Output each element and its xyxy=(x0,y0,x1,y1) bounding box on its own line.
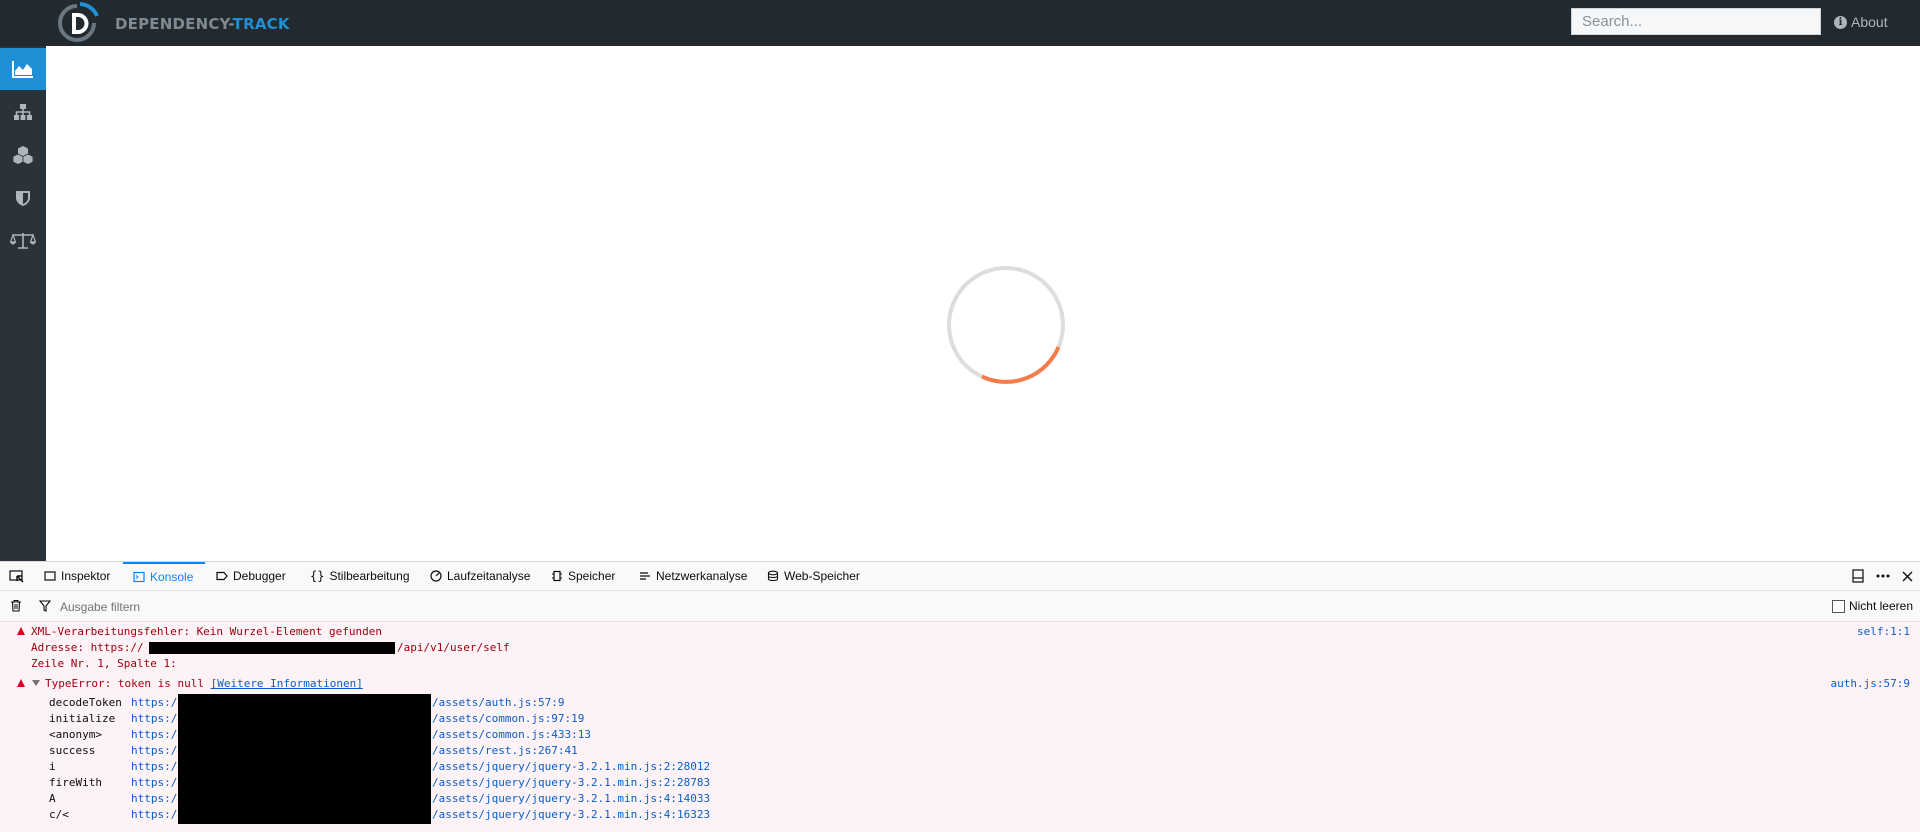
stack-frame-url-suffix[interactable]: /assets/jquery/jquery-3.2.1.min.js:4:163… xyxy=(432,808,710,822)
typeerror-title-line: TypeError: token is null [Weitere Inform… xyxy=(45,677,363,691)
tab-inspektor[interactable]: Inspektor xyxy=(44,562,110,590)
console-filter-input[interactable] xyxy=(58,597,462,617)
sidebar-item-dashboard[interactable] xyxy=(0,48,53,90)
search-input[interactable] xyxy=(1571,8,1821,35)
tab-web-speicher-label: Web-Speicher xyxy=(784,569,860,583)
components-cubes-icon xyxy=(12,146,34,165)
stack-frame-function: i xyxy=(49,760,56,773)
persist-logs-checkbox[interactable] xyxy=(1831,599,1845,613)
tab-laufzeitanalyse[interactable]: Laufzeitanalyse xyxy=(430,562,530,590)
tab-inspektor-label: Inspektor xyxy=(61,569,111,583)
stack-frame-url-prefix[interactable]: https:/ xyxy=(131,760,177,774)
loading-spinner-arc xyxy=(981,346,1061,384)
stack-frame-function: A xyxy=(49,792,56,805)
stack-frame-function: success xyxy=(49,744,96,757)
console-icon xyxy=(133,571,145,583)
tab-konsole-label: Konsole xyxy=(150,570,194,584)
stack-frame-url-suffix[interactable]: /assets/jquery/jquery-3.2.1.min.js:2:280… xyxy=(432,760,710,774)
stack-frame-url-prefix[interactable]: https:/ xyxy=(131,776,177,790)
main-content xyxy=(46,46,1920,561)
stack-frame-url-suffix[interactable]: /assets/rest.js:267:41 xyxy=(432,744,578,758)
tab-stilbearbeitung-label: Stilbearbeitung xyxy=(329,569,410,583)
more-info-link[interactable]: [Weitere Informationen] xyxy=(211,677,363,690)
sidebar-item-vulnerabilities[interactable] xyxy=(0,177,46,219)
trash-icon[interactable] xyxy=(10,599,22,612)
typeerror-title: TypeError: token is null xyxy=(45,677,204,690)
redacted-host xyxy=(149,642,395,654)
xml-error-source-link[interactable]: self:1:1 xyxy=(1857,625,1910,639)
tab-konsole[interactable]: Konsole xyxy=(123,562,205,590)
filter-funnel-icon[interactable] xyxy=(39,600,51,612)
brand-name[interactable]: DEPENDENCY-TRACK xyxy=(115,15,290,33)
tab-netzwerkanalyse[interactable]: Netzwerkanalyse xyxy=(639,562,747,590)
console-output: XML-Verarbeitungsfehler: Kein Wurzel-Ele… xyxy=(0,622,1920,832)
stack-frame-url-suffix[interactable]: /assets/jquery/jquery-3.2.1.min.js:2:287… xyxy=(432,776,710,790)
braces-icon: {} xyxy=(310,569,325,583)
info-circle-icon: i xyxy=(1834,15,1847,29)
stack-frame-url-prefix[interactable]: https:/ xyxy=(131,728,177,742)
vulnerabilities-shield-icon xyxy=(16,191,30,206)
element-picker-icon[interactable] xyxy=(9,570,24,583)
tab-speicher-label: Speicher xyxy=(568,569,616,583)
expand-stack-icon[interactable] xyxy=(32,680,40,686)
error-icon xyxy=(17,679,25,687)
licenses-balance-scale-icon xyxy=(10,233,36,249)
stack-frame-function: fireWith xyxy=(49,776,102,789)
storage-icon xyxy=(767,570,779,582)
stack-frame-url-suffix[interactable]: /assets/common.js:97:19 xyxy=(432,712,584,726)
stack-frame-function: c/< xyxy=(49,808,69,821)
stack-frame-url-suffix[interactable]: /assets/auth.js:57:9 xyxy=(432,696,564,710)
loading-spinner xyxy=(947,266,1065,384)
xml-error-address-prefix: Adresse: https:// xyxy=(31,641,144,654)
stack-frame-url-prefix[interactable]: https:/ xyxy=(131,696,177,710)
tab-web-speicher[interactable]: Web-Speicher xyxy=(767,562,860,590)
dependency-track-logo[interactable] xyxy=(56,2,108,44)
devtools-tabbar: Inspektor Konsole Debugger {} Stilbearbe… xyxy=(0,562,1920,591)
sidebar xyxy=(0,46,53,561)
sidebar-item-components[interactable] xyxy=(0,134,46,176)
top-navbar: DEPENDENCY-TRACK i About xyxy=(0,0,1920,46)
persist-logs-label: Nicht leeren xyxy=(1848,599,1913,613)
network-icon xyxy=(640,572,650,580)
stack-frame-url-suffix[interactable]: /assets/common.js:433:13 xyxy=(432,728,591,742)
persist-logs-toggle[interactable]: Nicht leeren xyxy=(1831,599,1913,613)
stack-frame-url-prefix[interactable]: https:/ xyxy=(131,744,177,758)
console-filter-bar: Nicht leeren xyxy=(0,591,1920,622)
inspector-icon xyxy=(44,571,56,581)
sidebar-item-licenses[interactable] xyxy=(0,220,46,262)
redacted-host xyxy=(178,806,431,824)
dock-side-icon[interactable] xyxy=(1851,569,1865,583)
stack-frame-function: initialize xyxy=(49,712,116,725)
stack-frame-function: <anonym> xyxy=(49,728,102,741)
more-options-icon[interactable] xyxy=(1876,569,1890,583)
projects-sitemap-icon xyxy=(14,104,32,120)
about-label: About xyxy=(1851,14,1888,30)
tab-debugger[interactable]: Debugger xyxy=(216,562,286,590)
tab-debugger-label: Debugger xyxy=(233,569,286,583)
brand-name-part2: TRACK xyxy=(232,15,290,33)
stack-frame-url-prefix[interactable]: https:/ xyxy=(131,808,177,822)
brand-name-part1: DEPENDENCY- xyxy=(115,15,233,33)
xml-error-position: Zeile Nr. 1, Spalte 1: xyxy=(31,657,177,670)
typeerror-source-link[interactable]: auth.js:57:9 xyxy=(1831,677,1910,691)
memory-icon xyxy=(552,570,562,582)
xml-error-title: XML-Verarbeitungsfehler: Kein Wurzel-Ele… xyxy=(31,625,382,638)
error-icon xyxy=(17,627,25,635)
stack-frame-url-suffix[interactable]: /assets/jquery/jquery-3.2.1.min.js:4:140… xyxy=(432,792,710,806)
about-link[interactable]: i About xyxy=(1834,14,1888,30)
stack-frame-url-prefix[interactable]: https:/ xyxy=(131,792,177,806)
xml-error-address-suffix: /api/v1/user/self xyxy=(397,641,510,654)
dashboard-chart-icon xyxy=(12,61,33,78)
tab-speicher[interactable]: Speicher xyxy=(551,562,615,590)
tab-netzwerkanalyse-label: Netzwerkanalyse xyxy=(656,569,748,583)
tab-stilbearbeitung[interactable]: {} Stilbearbeitung xyxy=(310,562,410,590)
close-devtools-icon[interactable] xyxy=(1900,569,1914,583)
performance-icon xyxy=(430,570,442,582)
tab-laufzeitanalyse-label: Laufzeitanalyse xyxy=(447,569,531,583)
sidebar-item-projects[interactable] xyxy=(0,91,46,133)
stack-frame-url-prefix[interactable]: https:/ xyxy=(131,712,177,726)
stack-frame-function: decodeToken xyxy=(49,696,122,709)
devtools-panel: Inspektor Konsole Debugger {} Stilbearbe… xyxy=(0,561,1920,832)
debugger-icon xyxy=(216,571,228,581)
